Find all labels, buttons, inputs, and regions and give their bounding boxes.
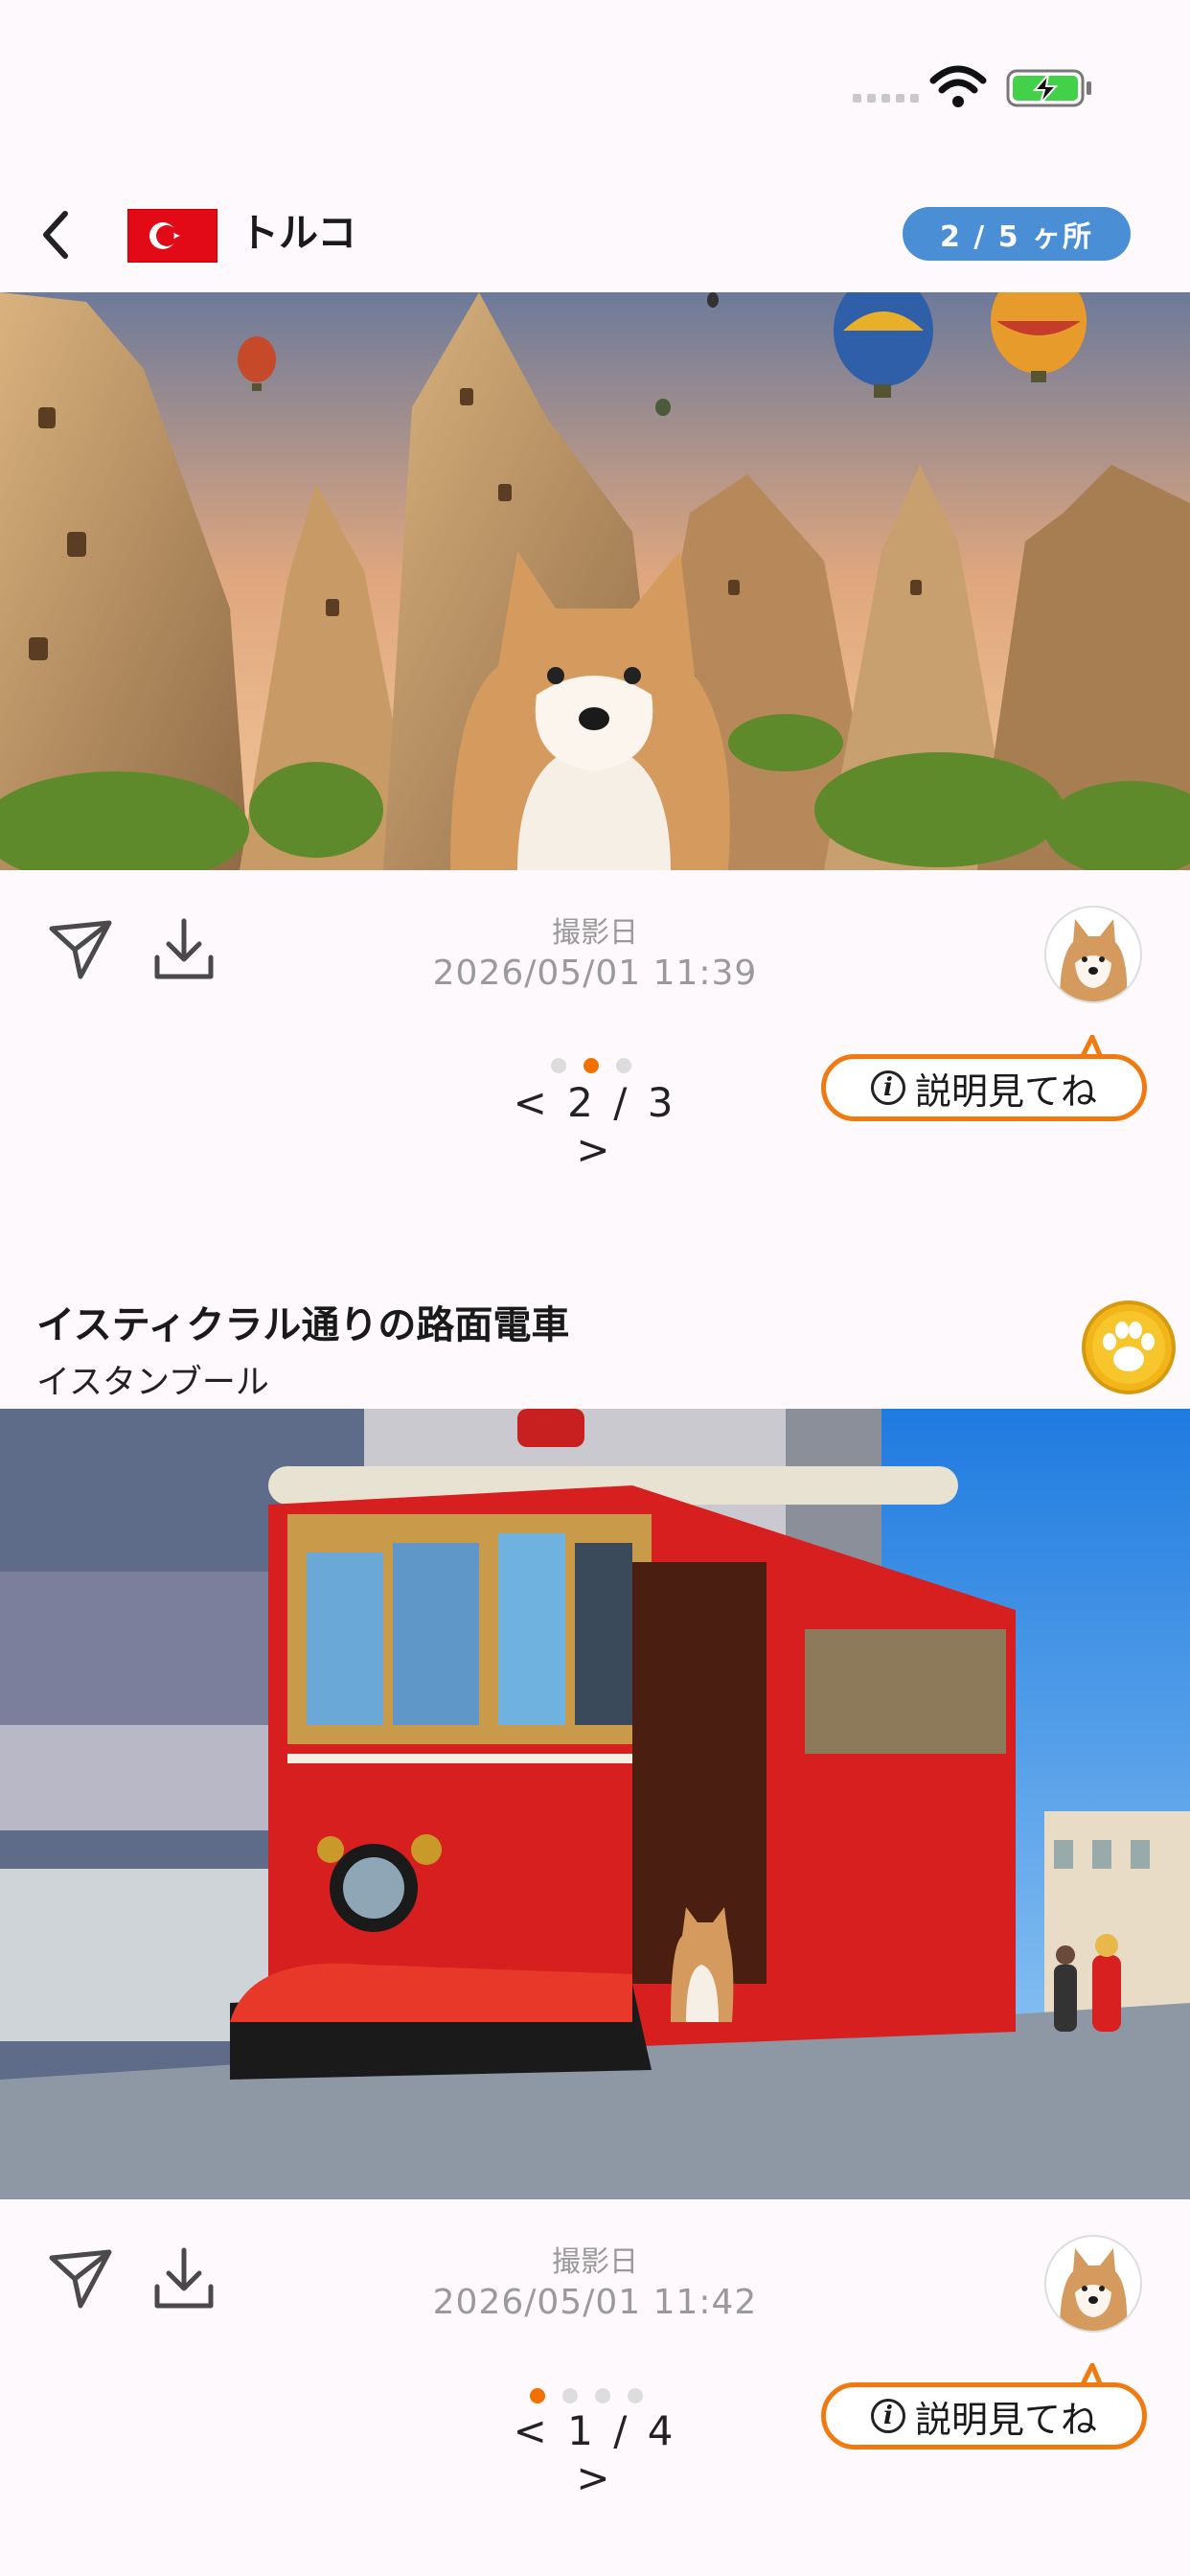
page-dot [595,2388,610,2404]
turkey-flag-icon [127,209,217,263]
avatar[interactable] [1044,906,1142,1003]
send-icon[interactable] [46,2244,115,2313]
info-button[interactable]: i 説明見てね [821,1054,1147,1121]
country-title: トルコ [240,210,357,256]
shot-date-label: 撮影日 [552,916,638,950]
info-button-label: 説明見てね [914,2398,1097,2441]
visited-counter-badge: 2 / 5 ヶ所 [903,207,1131,261]
send-icon[interactable] [46,915,115,984]
cappadocia-photo[interactable] [0,292,1190,870]
info-icon: i [870,2399,905,2433]
info-icon: i [870,1070,905,1105]
tram-photo[interactable] [0,1409,1190,2199]
page-dot-active [584,1058,599,1073]
photo-pager[interactable]: < 1 / 4 > [490,2407,700,2501]
spot-title: イスティクラル通りの路面電車 [36,1303,570,1347]
back-icon[interactable] [36,206,75,264]
cell-signal-icon [853,94,919,103]
wifi-icon [929,65,987,107]
page-dot [562,2388,578,2404]
download-icon[interactable] [149,2244,218,2313]
photo-pager[interactable]: < 2 / 3 > [490,1079,700,1173]
info-button-label: 説明見てね [914,1070,1097,1113]
page-dot [616,1058,631,1073]
shot-date-label: 撮影日 [552,2245,638,2279]
battery-charging-icon [1006,69,1091,107]
page-dot [628,2388,643,2404]
info-button[interactable]: i 説明見てね [821,2382,1147,2450]
page-dot-active [530,2388,545,2404]
download-icon[interactable] [149,915,218,984]
page-dot [551,1058,566,1073]
spot-city: イスタンブール [36,1364,269,1402]
shot-date: 2026/05/01 11:39 [432,954,758,993]
paw-icon[interactable] [1081,1300,1177,1395]
avatar[interactable] [1044,2235,1142,2333]
page-dots [551,1058,631,1073]
shot-date: 2026/05/01 11:42 [432,2283,758,2322]
page-dots [530,2388,643,2404]
